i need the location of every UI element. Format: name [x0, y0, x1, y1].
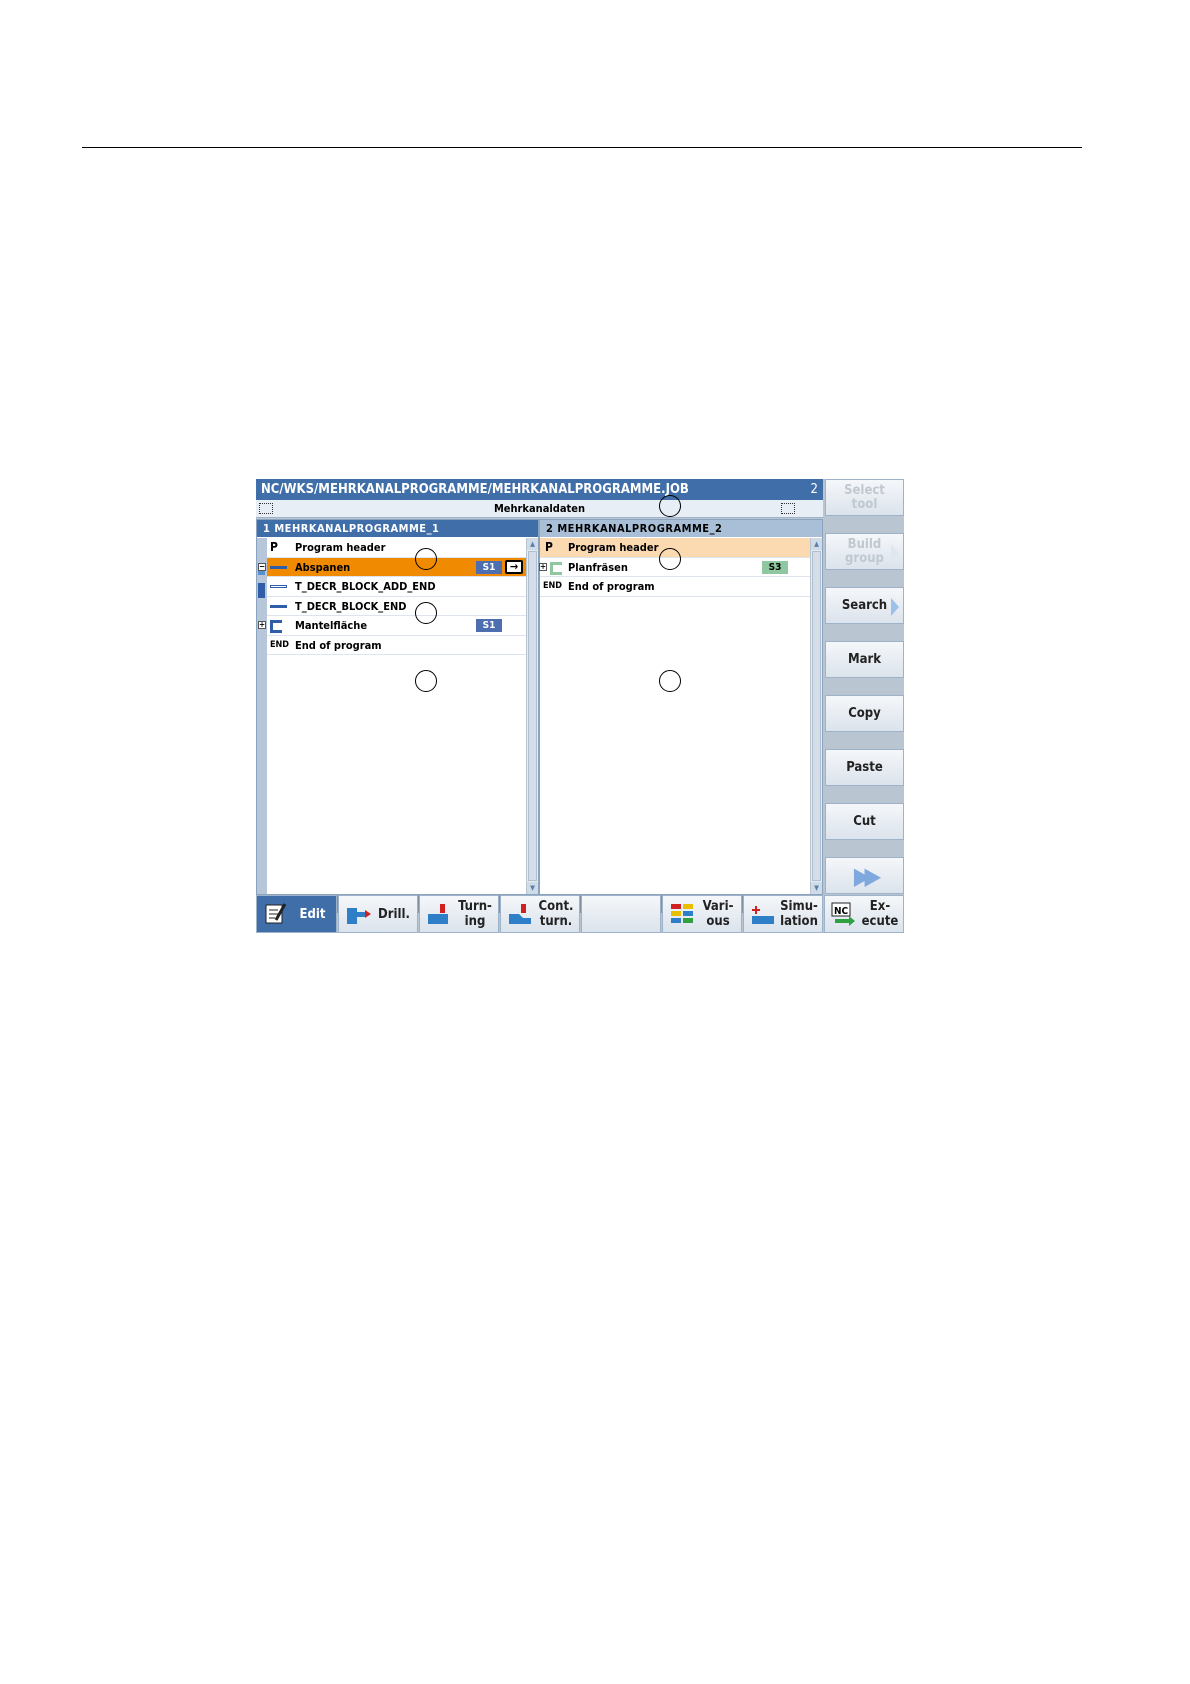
submenu-arrow-icon [891, 544, 899, 562]
program-row[interactable]: P Program header [267, 538, 526, 558]
button-label: Build group [845, 536, 884, 566]
callout-marker [415, 602, 437, 624]
pane-header: 2 MEHRKANALPROGRAMME_2 [540, 520, 822, 537]
various-icon [671, 904, 693, 923]
program-header-icon: P [545, 540, 553, 554]
program-pane-2[interactable]: 2 MEHRKANALPROGRAMME_2 P Program header … [539, 519, 823, 895]
row-label: End of program [295, 638, 382, 652]
hmi-screen: NC/WKS/MEHRKANALPROGRAMME/MEHRKANALPROGR… [256, 479, 904, 933]
button-label: Edit [299, 906, 326, 922]
callout-marker [415, 670, 437, 692]
cut-button[interactable]: Cut [825, 803, 904, 840]
turning-icon [428, 904, 448, 924]
scroll-down-icon[interactable]: ▼ [527, 882, 538, 894]
page-rule [82, 147, 1082, 148]
row-label: Abspanen [295, 560, 351, 574]
callout-marker [659, 495, 681, 517]
gutter-marker [258, 583, 265, 598]
row-label: Planfräsen [568, 560, 628, 574]
execute-nc-icon: NC [831, 902, 855, 926]
program-row[interactable]: T_DECR_BLOCK_END [267, 597, 526, 616]
row-label: End of program [568, 580, 655, 593]
scroll-thumb[interactable] [812, 551, 821, 881]
block-bar-icon [270, 604, 287, 608]
expand-icon[interactable]: + [258, 621, 266, 629]
subtitle: Mehrkanaldaten [493, 502, 586, 515]
program-row[interactable]: T_DECR_BLOCK_ADD_END [267, 577, 526, 597]
program-row[interactable]: + Mantelfläche S1 [258, 616, 526, 636]
button-label: Turn- ing [458, 899, 492, 929]
row-label: T_DECR_BLOCK_END [295, 599, 407, 613]
program-path: NC/WKS/MEHRKANALPROGRAMME/MEHRKANALPROGR… [261, 482, 689, 497]
drill-button[interactable]: Drill. [338, 895, 418, 933]
pane-header: 1 MEHRKANALPROGRAMME_1 [257, 520, 538, 537]
edit-icon [265, 903, 287, 924]
program-row[interactable]: END End of program [540, 577, 810, 597]
program-row[interactable]: END End of program [267, 636, 526, 655]
scroll-down-icon[interactable]: ▼ [811, 882, 822, 894]
program-pane-1[interactable]: 1 MEHRKANALPROGRAMME_1 P Program header … [256, 519, 539, 895]
vertical-softkey-bar: Select tool Build group Search Mark Copy… [823, 479, 904, 933]
collapse-icon[interactable]: − [258, 562, 266, 571]
channel-icon [259, 503, 273, 514]
turning-button[interactable]: Turn- ing [419, 895, 499, 933]
execute-button[interactable]: NC Ex- ecute [824, 895, 904, 933]
end-icon: END [543, 581, 563, 591]
various-button[interactable]: Vari- ous [662, 895, 742, 933]
fast-forward-icon: ▶▶ [853, 861, 881, 890]
arrow-right-icon: → [505, 559, 523, 574]
title-bar: NC/WKS/MEHRKANALPROGRAMME/MEHRKANALPROGR… [256, 479, 823, 500]
button-label: Ex- ecute [861, 899, 899, 929]
simulation-icon [752, 906, 774, 924]
callout-marker [659, 548, 681, 570]
horizontal-softkey-bar: Edit Drill. Turn- ing Cont. turn. Vari- … [256, 895, 904, 933]
subtitle-bar: Mehrkanaldaten [256, 500, 823, 518]
search-button[interactable]: Search [825, 587, 904, 624]
contour-bracket-icon [550, 561, 562, 575]
program-row-selected[interactable]: − Abspanen S1 → [258, 557, 526, 577]
vertical-scrollbar[interactable]: ▲ ▼ [526, 538, 538, 894]
more-softkeys-button[interactable]: ▶▶ [825, 857, 904, 894]
build-group-button[interactable]: Build group [825, 533, 904, 570]
scroll-up-icon[interactable]: ▲ [811, 538, 822, 550]
callout-marker [659, 670, 681, 692]
spindle-badge: S1 [476, 560, 502, 574]
end-icon: END [270, 639, 290, 650]
row-label: Program header [568, 541, 659, 554]
callout-marker [415, 548, 437, 570]
empty-softkey[interactable] [581, 895, 661, 933]
spindle-badge: S3 [762, 560, 788, 574]
button-label: Cont. turn. [538, 899, 574, 929]
select-tool-button[interactable]: Select tool [825, 479, 904, 516]
scroll-up-icon[interactable]: ▲ [527, 538, 538, 550]
submenu-arrow-icon [891, 598, 899, 616]
pane-gutter [257, 538, 267, 894]
vertical-scrollbar[interactable]: ▲ ▼ [810, 538, 822, 894]
block-bar-icon [270, 565, 287, 569]
expand-icon[interactable]: + [539, 562, 547, 571]
edit-button[interactable]: Edit [256, 895, 337, 933]
spindle-badge: S1 [476, 619, 502, 632]
channel-icon [781, 503, 795, 514]
mark-button[interactable]: Mark [825, 641, 904, 678]
contour-turning-icon [509, 904, 531, 924]
nc-text: NC [834, 906, 849, 917]
row-label: Mantelfläche [295, 619, 368, 632]
button-label: Drill. [378, 906, 410, 922]
contour-turning-button[interactable]: Cont. turn. [500, 895, 580, 933]
program-header-icon: P [270, 540, 278, 554]
contour-bracket-icon [270, 620, 282, 633]
paste-button[interactable]: Paste [825, 749, 904, 786]
simulation-button[interactable]: Simu- lation [743, 895, 823, 933]
button-label: Search [841, 597, 888, 613]
block-bar-outline-icon [270, 585, 287, 588]
copy-button[interactable]: Copy [825, 695, 904, 732]
channel-indicator: 2 [810, 482, 818, 497]
button-label: Simu- lation [780, 899, 818, 929]
row-label: T_DECR_BLOCK_ADD_END [295, 580, 436, 593]
row-label: Program header [295, 541, 386, 554]
scroll-thumb[interactable] [528, 551, 537, 881]
drill-icon [347, 908, 371, 924]
button-label: Vari- ous [702, 899, 734, 929]
